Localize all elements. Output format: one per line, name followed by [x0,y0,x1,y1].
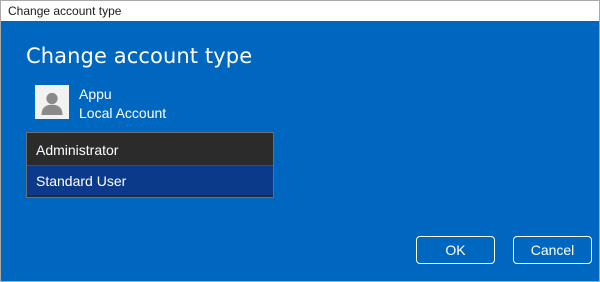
window-title: Change account type [8,4,122,18]
cancel-button[interactable]: Cancel [513,236,592,264]
change-account-type-window: Change account type Change account type … [0,0,600,282]
account-type-listbox[interactable]: Administrator Standard User [26,132,274,198]
option-standard-user[interactable]: Standard User [27,165,273,195]
user-avatar [35,85,69,119]
dialog-heading: Change account type [26,44,253,68]
user-account-type: Local Account [79,105,167,121]
person-icon [35,85,69,119]
user-name: Appu [79,86,112,102]
ok-button[interactable]: OK [416,236,495,264]
window-titlebar: Change account type [1,1,599,21]
option-administrator[interactable]: Administrator [27,135,273,165]
